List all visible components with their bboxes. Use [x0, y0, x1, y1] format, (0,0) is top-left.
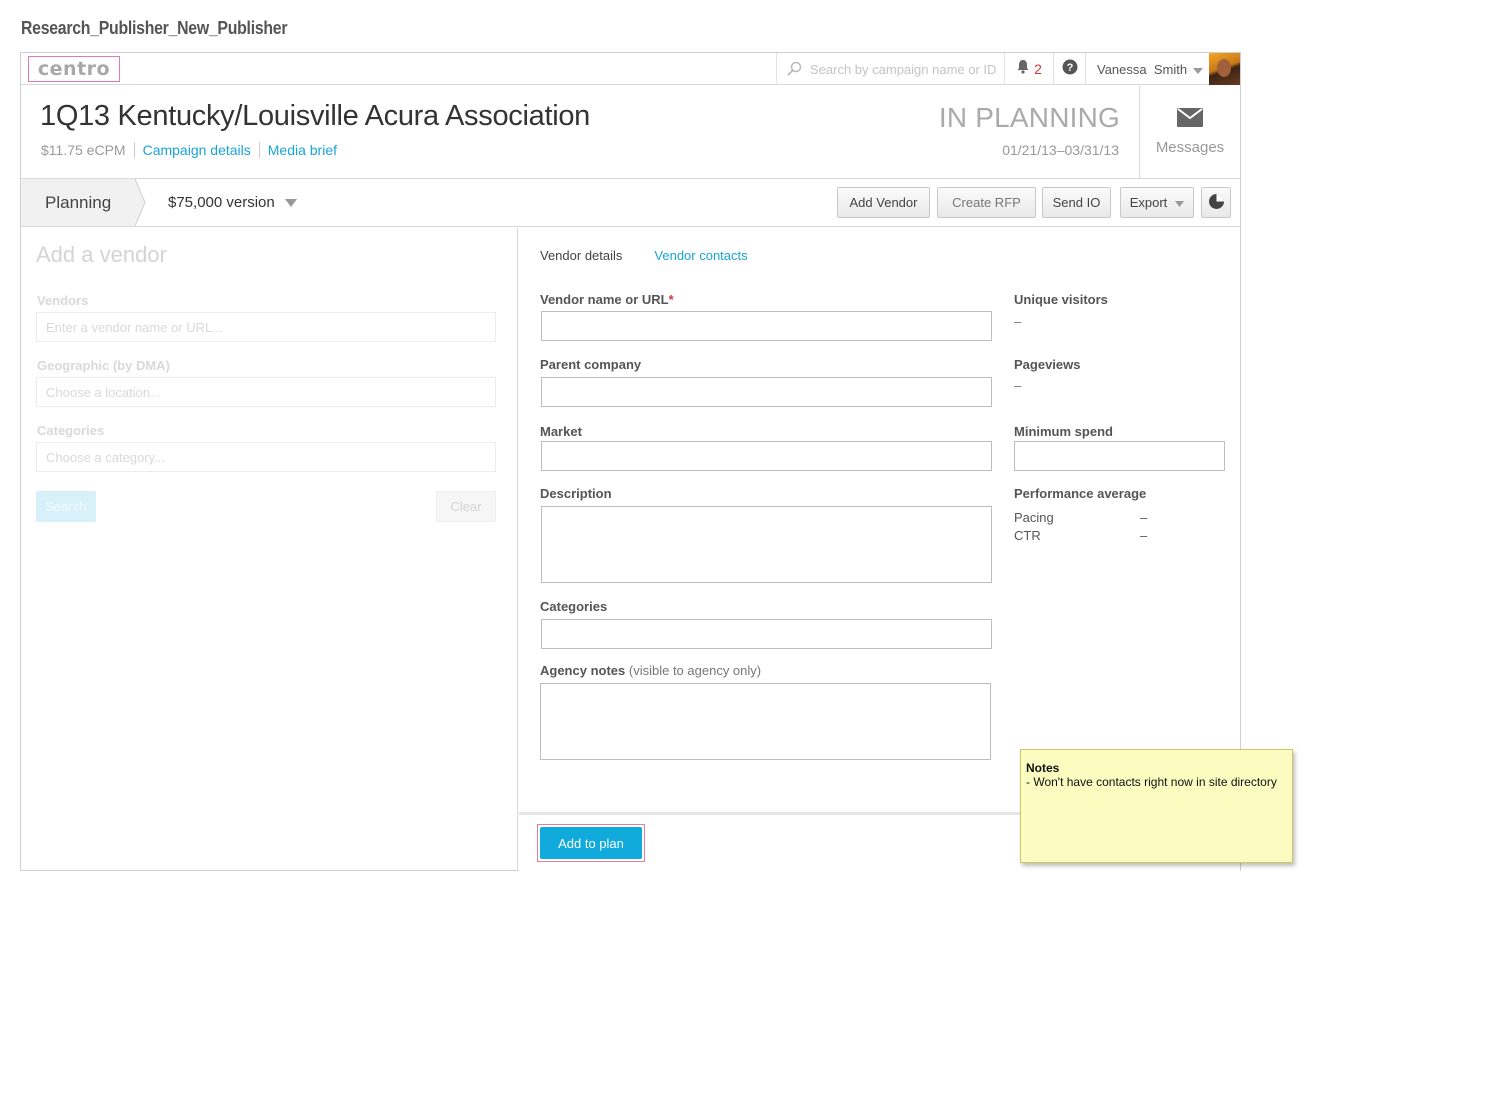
tab-vendor-contacts[interactable]: Vendor contacts: [654, 248, 747, 263]
parent-company-field[interactable]: [541, 377, 992, 407]
minimum-spend-field[interactable]: [1014, 441, 1225, 471]
categories-label: Categories: [540, 599, 608, 614]
plan-toolbar: Planning $75,000 version Add Vendor Crea…: [21, 178, 1240, 227]
chart-view-button[interactable]: [1201, 187, 1231, 218]
user-menu[interactable]: Vanessa Smith: [1085, 53, 1208, 85]
campaign-dates: 01/21/13–03/31/13: [1002, 142, 1119, 158]
description-label: Description: [540, 486, 612, 501]
note-body: - Won't have contacts right now in site …: [1026, 775, 1277, 789]
messages-label: Messages: [1155, 139, 1225, 156]
search-input[interactable]: [810, 61, 1000, 77]
categories-filter-label: Categories: [37, 423, 105, 438]
categories-field[interactable]: [541, 619, 992, 649]
vendor-name-label-text: Vendor name or URL: [540, 292, 669, 307]
ctr-value: –: [1140, 528, 1148, 543]
bell-icon: [1016, 59, 1030, 79]
market-label: Market: [540, 424, 582, 439]
add-vendor-title: Add a vendor: [36, 242, 167, 267]
add-vendor-panel: Add a vendor Vendors Enter a vendor name…: [21, 228, 518, 871]
unique-visitors-label: Unique visitors: [1014, 292, 1108, 307]
top-bar: centro 2 ? Vanessa Smith: [21, 53, 1240, 85]
version-label: $75,000 version: [168, 194, 275, 211]
search-icon: [786, 61, 802, 77]
categories-filter-input: Choose a category...: [36, 442, 496, 472]
planning-breadcrumb[interactable]: Planning: [21, 179, 135, 226]
geo-label: Geographic (by DMA): [37, 358, 170, 373]
avatar[interactable]: [1209, 53, 1240, 85]
campaign-meta: $11.75 eCPM Campaign details Media brief: [41, 142, 345, 158]
help-icon: ?: [1062, 59, 1078, 80]
performance-average-label: Performance average: [1014, 486, 1147, 501]
vendor-tabs: Vendor details Vendor contacts: [540, 248, 748, 263]
pageviews-label: Pageviews: [1014, 357, 1081, 372]
envelope-icon: [1177, 108, 1203, 131]
sticky-note: Notes - Won't have contacts right now in…: [1020, 749, 1293, 863]
agency-notes-label-text: Agency notes: [540, 663, 626, 678]
ctr-label: CTR: [1014, 528, 1041, 543]
version-selector[interactable]: $75,000 version: [168, 179, 297, 226]
clear-button: Clear: [436, 491, 496, 522]
required-mark: *: [668, 292, 674, 307]
vendors-input: Enter a vendor name or URL...: [36, 312, 496, 342]
agency-notes-field[interactable]: [540, 683, 991, 760]
add-to-plan-highlight: Add to plan: [537, 824, 645, 862]
agency-notes-label: Agency notes (visible to agency only): [540, 663, 761, 678]
campaign-title: 1Q13 Kentucky/Louisville Acura Associati…: [40, 100, 590, 132]
chevron-down-icon: [1175, 195, 1185, 210]
market-field[interactable]: [541, 441, 992, 471]
vendors-label: Vendors: [37, 293, 89, 308]
svg-text:?: ?: [1066, 62, 1073, 74]
export-label: Export: [1129, 195, 1168, 210]
vendor-name-field[interactable]: [541, 311, 992, 341]
vendor-name-label: Vendor name or URL*: [540, 292, 674, 307]
messages-button[interactable]: Messages: [1139, 86, 1240, 178]
parent-company-label: Parent company: [540, 357, 642, 372]
breadcrumb-arrow: [133, 178, 147, 227]
campaign-status: IN PLANNING: [938, 102, 1120, 133]
pacing-value: –: [1140, 510, 1148, 525]
logo-text: centro: [37, 58, 111, 80]
pacing-label: Pacing: [1014, 510, 1054, 525]
send-io-button[interactable]: Send IO: [1042, 187, 1111, 218]
ecpm-value: $11.75 eCPM: [41, 142, 135, 158]
export-button[interactable]: Export: [1120, 187, 1194, 218]
help-button[interactable]: ?: [1053, 53, 1085, 85]
chevron-down-icon: [284, 194, 297, 211]
search-button: Search: [36, 491, 96, 522]
tab-vendor-details[interactable]: Vendor details: [540, 248, 622, 263]
chevron-down-icon: [1193, 62, 1204, 77]
campaign-details-link[interactable]: Campaign details: [135, 142, 259, 158]
add-vendor-button[interactable]: Add Vendor: [837, 187, 930, 218]
agency-notes-sub: (visible to agency only): [628, 663, 762, 678]
add-to-plan-button[interactable]: Add to plan: [540, 827, 642, 859]
pie-chart-icon: [1208, 193, 1225, 213]
description-field[interactable]: [541, 506, 992, 583]
media-brief-link[interactable]: Media brief: [258, 142, 345, 158]
centro-logo[interactable]: centro: [28, 56, 120, 82]
user-name: Vanessa Smith: [1097, 61, 1188, 77]
notification-count: 2: [1034, 61, 1042, 77]
campaign-header: 1Q13 Kentucky/Louisville Acura Associati…: [21, 86, 1240, 179]
page-heading: Research_Publisher_New_Publisher: [21, 18, 288, 38]
minimum-spend-label: Minimum spend: [1014, 424, 1113, 439]
unique-visitors-value: –: [1014, 314, 1022, 329]
create-rfp-button[interactable]: Create RFP: [937, 187, 1036, 218]
note-title: Notes: [1026, 761, 1060, 775]
pageviews-value: –: [1014, 378, 1022, 393]
notifications-button[interactable]: 2: [1004, 53, 1053, 85]
geo-input: Choose a location...: [36, 377, 496, 407]
search-box[interactable]: [776, 53, 1004, 85]
